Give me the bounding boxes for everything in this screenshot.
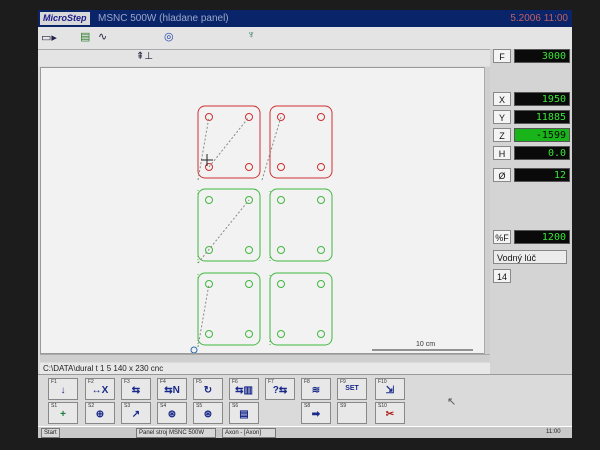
x-label: X xyxy=(493,92,511,106)
z-row: Z -1599 xyxy=(493,128,571,142)
rotate-icon: ↻ xyxy=(203,385,213,396)
y-value: 11885 xyxy=(514,110,570,124)
part-green-4 xyxy=(269,272,333,346)
s1-button[interactable]: S1 + xyxy=(48,402,78,424)
s9-button[interactable]: S9 xyxy=(337,402,367,424)
z-label: Z xyxy=(493,128,511,142)
swap-grid-icon: ⇆▥ xyxy=(235,385,253,396)
coordinates-panel: F 3000 X 1950 Y 11885 Z -1599 H 0.0 Ø 12… xyxy=(490,49,572,375)
pause-play-icon[interactable]: ▭▸ xyxy=(41,31,57,44)
arrow-right-icon: ➡ xyxy=(311,409,321,420)
function-key-bar: F1 ↓ F2 ↔X F3 ⇆ F4 ⇆N F5 ↻ F6 ⇆▥ F7 ?⇆ F8 ≋ F9 SE… xyxy=(38,374,572,427)
feed-label: F xyxy=(493,49,511,63)
tray-clock: 11:00 xyxy=(546,429,561,435)
app-window: MicroStep MSNC 500W (hladane panel) 5.20… xyxy=(38,10,572,438)
task-panel-button[interactable]: Panel stroj MSNC 500W xyxy=(136,428,216,438)
query-swap-icon: ?⇆ xyxy=(272,385,288,396)
z-value: -1599 xyxy=(514,128,570,142)
f6-button[interactable]: F6 ⇆▥ xyxy=(229,378,259,400)
origin-marker xyxy=(190,346,198,354)
first-aid-icon: + xyxy=(60,409,66,420)
h-row: H 0.0 xyxy=(493,146,571,160)
f3-button[interactable]: F3 ⇆ xyxy=(121,378,151,400)
drawing-canvas[interactable]: 10 cm xyxy=(40,67,492,354)
rapid-moves xyxy=(197,116,282,348)
move-x-icon: ↔X xyxy=(91,385,109,396)
h-label: H xyxy=(493,146,511,160)
target-icon[interactable]: ◎ xyxy=(164,30,174,43)
mode-number: 14 xyxy=(493,269,511,283)
f4-button[interactable]: F4 ⇆N xyxy=(157,378,187,400)
s3-button[interactable]: S3 ↗ xyxy=(121,402,151,424)
diameter-label: Ø xyxy=(493,168,511,182)
cut-icon: ✂ xyxy=(385,409,395,420)
arrow-down-icon: ↓ xyxy=(60,385,66,396)
gear-icon: ⊛ xyxy=(167,409,177,420)
taskbar: Start Panel stroj MSNC 500W Axon - [Axon… xyxy=(38,426,572,438)
horizontal-scrollbar[interactable] xyxy=(40,354,490,362)
s9-key: S9 xyxy=(340,403,347,409)
cut-path-drawing: 10 cm xyxy=(190,105,473,354)
task-axon-button[interactable]: Axon - [Axon] xyxy=(222,428,276,438)
diameter-value: 12 xyxy=(514,168,570,182)
cutting-mode-button[interactable]: Vodný lúč xyxy=(493,250,567,264)
scale-label: 10 cm xyxy=(416,341,435,348)
wave-icon[interactable]: ∿ xyxy=(98,30,107,43)
y-row: Y 11885 xyxy=(493,110,571,124)
f7-button[interactable]: F7 ?⇆ xyxy=(265,378,295,400)
s4-button[interactable]: S4 ⊛ xyxy=(157,402,187,424)
f1-button[interactable]: F1 ↓ xyxy=(48,378,78,400)
swap-icon: ⇆ xyxy=(131,385,141,396)
s2-button[interactable]: S2 ⊕ xyxy=(85,402,115,424)
sub-toolbar: ⇞⊥ xyxy=(38,50,490,66)
window-title: MSNC 500W (hladane panel) xyxy=(98,13,229,24)
feed-row: F 3000 xyxy=(493,49,571,63)
exit-icon: ⇲ xyxy=(385,385,395,396)
mouse-pointer-icon: ↖ xyxy=(447,396,457,408)
feed-percent-label: %F xyxy=(493,230,511,244)
s5-button[interactable]: S5 ⊛ xyxy=(193,402,223,424)
crosshair-icon: ⊕ xyxy=(95,409,105,420)
rapid-moves-green xyxy=(197,189,271,347)
f10-button[interactable]: F10 ⇲ xyxy=(375,378,405,400)
main-toolbar: ▭▸ ▤ ∿ ◎ ♆ xyxy=(38,27,572,50)
wave-icon: ≋ xyxy=(311,385,321,396)
gear-alt-icon: ⊛ xyxy=(203,409,213,420)
start-button[interactable]: Start xyxy=(41,428,60,438)
s6-button[interactable]: S6 ▤ xyxy=(229,402,259,424)
document-icon: ▤ xyxy=(239,409,249,420)
s8-button[interactable]: S8 ➡ xyxy=(301,402,331,424)
file-path-status: C:\DATA\dural t 1 5 140 x 230 cnc xyxy=(40,363,493,374)
f8-button[interactable]: F8 ≋ xyxy=(301,378,331,400)
f9-button[interactable]: F9 SET xyxy=(337,378,367,400)
y-label: Y xyxy=(493,110,511,124)
swap-n-icon: ⇆N xyxy=(164,385,180,396)
x-row: X 1950 xyxy=(493,92,571,106)
feed-percent-row: %F 1200 xyxy=(493,230,571,244)
part-green-3 xyxy=(197,272,261,346)
height-icon[interactable]: ⇞⊥ xyxy=(136,51,153,62)
part-red-2 xyxy=(269,105,333,179)
part-green-2 xyxy=(269,188,333,262)
microstep-logo: MicroStep xyxy=(40,12,90,25)
title-clock: 5.2006 11:00 xyxy=(510,13,568,24)
feed-value: 3000 xyxy=(514,49,570,63)
h-value: 0.0 xyxy=(514,146,570,160)
x-value: 1950 xyxy=(514,92,570,106)
feed-percent-value: 1200 xyxy=(514,230,570,244)
diagonal-arrow-icon: ↗ xyxy=(131,409,141,420)
torch-icon[interactable]: ♆ xyxy=(247,29,255,41)
set-icon: SET xyxy=(345,385,359,392)
s10-button[interactable]: S10 ✂ xyxy=(375,402,405,424)
f5-button[interactable]: F5 ↻ xyxy=(193,378,223,400)
diameter-row: Ø 12 xyxy=(493,168,571,182)
f2-button[interactable]: F2 ↔X xyxy=(85,378,115,400)
title-bar: MicroStep MSNC 500W (hladane panel) 5.20… xyxy=(38,10,572,27)
program-icon[interactable]: ▤ xyxy=(80,30,90,43)
